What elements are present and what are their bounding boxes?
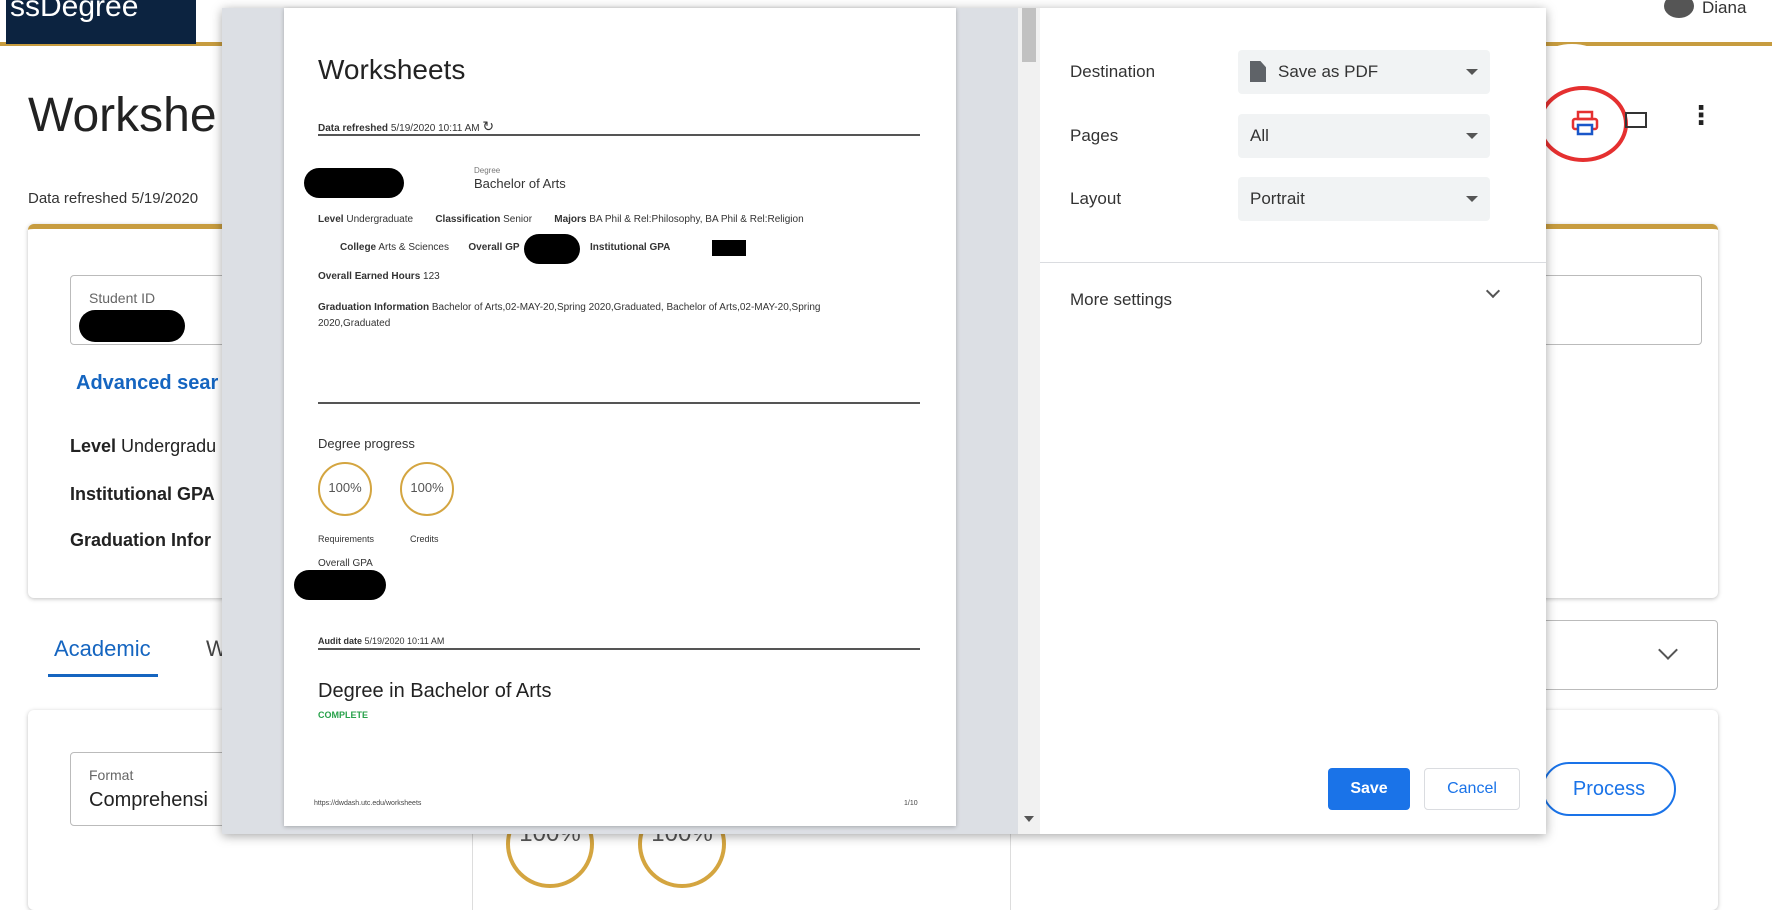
earned-hours-value: 123: [423, 271, 440, 282]
level-label: Level: [318, 214, 344, 225]
institutional-gpa-label: Institutional GPA: [70, 484, 215, 504]
preview-degree-label: Degree: [474, 166, 501, 175]
graduation-info-label: Graduation Information: [318, 302, 430, 313]
data-refreshed-label: Data refreshed: [318, 123, 389, 134]
data-refreshed-value: 5/19/2020 10:11 AM: [390, 123, 480, 134]
refresh-icon: ↻: [482, 118, 495, 134]
credits-gauge: 100%: [400, 462, 454, 516]
preview-rule: [318, 134, 920, 136]
college-label: College: [340, 242, 377, 253]
preview-data-refreshed: Data refreshed 5/19/2020 10:11 AM ↻: [318, 118, 494, 135]
pages-select[interactable]: All: [1238, 114, 1490, 158]
classification-label: Classification: [435, 214, 501, 225]
preview-degree-value: Bachelor of Arts: [474, 176, 566, 191]
destination-value: Save as PDF: [1278, 62, 1379, 81]
college-value: Arts & Sciences: [378, 242, 449, 253]
pages-value: All: [1250, 126, 1269, 145]
page-title: Workshe: [28, 89, 217, 142]
preview-earned-hours: Overall Earned Hours 123: [318, 271, 440, 282]
preview-audit-date: Audit date 5/19/2020 10:11 AM: [318, 636, 444, 646]
save-button[interactable]: Save: [1328, 768, 1410, 810]
earned-hours-label: Overall Earned Hours: [318, 271, 421, 282]
view-dropdown[interactable]: [1532, 620, 1718, 690]
user-avatar[interactable]: [1664, 0, 1694, 18]
preview-rule: [318, 402, 920, 404]
kebab-menu-icon[interactable]: ⋮: [1688, 102, 1714, 128]
advanced-search-link[interactable]: Advanced sear: [76, 372, 218, 395]
credits-label: Credits: [410, 534, 439, 544]
chevron-down-icon[interactable]: [1485, 283, 1501, 299]
redacted-name: [304, 168, 404, 198]
dropdown-arrow-icon: [1466, 133, 1478, 139]
layout-label: Layout: [1070, 189, 1122, 208]
chevron-down-icon: [1658, 640, 1678, 660]
dropdown-arrow-icon: [1466, 196, 1478, 202]
user-name[interactable]: Diana: [1702, 0, 1746, 18]
process-button[interactable]: Process: [1542, 762, 1676, 816]
degree-progress-label: Degree progress: [318, 436, 415, 451]
mail-icon[interactable]: [1625, 112, 1647, 128]
level-value: Undergraduate: [346, 214, 414, 225]
format-value: Comprehensi: [89, 789, 208, 811]
preview-institutional-gpa: Institutional GPA: [590, 242, 670, 253]
preview-section-title: Degree in Bachelor of Arts: [318, 680, 552, 702]
preview-title: Worksheets: [318, 54, 466, 85]
cancel-button[interactable]: Cancel: [1424, 768, 1520, 810]
format-label: Format: [89, 767, 134, 783]
level-line: Level Undergradu: [70, 436, 216, 457]
scroll-down-arrow-icon[interactable]: [1024, 816, 1034, 822]
preview-rule: [318, 648, 920, 650]
preview-scrollbar[interactable]: [1018, 8, 1040, 834]
graduation-info-label: Graduation Infor: [70, 530, 211, 550]
scrollbar-thumb[interactable]: [1022, 8, 1036, 62]
pages-label: Pages: [1070, 126, 1119, 145]
document-icon: [1250, 61, 1266, 82]
tab-active-underline: [48, 674, 158, 677]
requirements-label: Requirements: [318, 534, 375, 544]
overall-gpa-title: Overall GPA: [318, 558, 373, 569]
audit-date-value: 5/19/2020 10:11 AM: [364, 636, 445, 646]
print-icon[interactable]: [1570, 110, 1600, 136]
preview-footer-page: 1/10: [904, 800, 918, 807]
print-settings-pane: Destination Save as PDF Pages All Layout…: [1040, 8, 1546, 834]
preview-graduation-info: Graduation Information Bachelor of Arts,…: [318, 300, 858, 332]
audit-date-label: Audit date: [318, 636, 362, 646]
destination-select[interactable]: Save as PDF: [1238, 50, 1490, 94]
level-label: Level: [70, 436, 117, 456]
preview-college-line: College Arts & Sciences Overall GP: [340, 242, 520, 253]
redacted-overall-gpa: [524, 234, 580, 264]
overall-gpa-label: Overall GP: [468, 242, 520, 253]
graduation-info-line: Graduation Infor: [70, 530, 211, 551]
settings-divider: [1040, 262, 1546, 263]
preview-page: Worksheets Data refreshed 5/19/2020 10:1…: [284, 8, 956, 826]
majors-label: Majors: [554, 214, 587, 225]
preview-footer-url: https://dwdash.utc.edu/worksheets: [314, 800, 422, 807]
redacted-institutional-gpa: [712, 240, 746, 256]
print-preview-pane: Worksheets Data refreshed 5/19/2020 10:1…: [222, 8, 1040, 834]
institutional-gpa-line: Institutional GPA: [70, 484, 215, 505]
majors-value: BA Phil & Rel:Philosophy, BA Phil & Rel:…: [589, 214, 804, 225]
layout-select[interactable]: Portrait: [1238, 177, 1490, 221]
level-value: Undergradu: [121, 436, 217, 456]
classification-value: Senior: [503, 214, 533, 225]
preview-level-line: Level Undergraduate Classification Senio…: [318, 214, 804, 225]
layout-value: Portrait: [1250, 189, 1305, 208]
student-id-label: Student ID: [89, 290, 156, 306]
redacted-student-id: [79, 310, 185, 342]
tab-academic[interactable]: Academic: [54, 636, 151, 662]
dropdown-arrow-icon: [1466, 69, 1478, 75]
print-dialog: Worksheets Data refreshed 5/19/2020 10:1…: [222, 8, 1546, 834]
more-settings-toggle[interactable]: More settings: [1070, 290, 1172, 310]
institutional-gpa-label: Institutional GPA: [590, 242, 671, 253]
data-refreshed-text: Data refreshed 5/19/2020: [28, 190, 199, 207]
destination-label: Destination: [1070, 62, 1156, 81]
requirements-gauge: 100%: [318, 462, 372, 516]
redacted-gpa-value: [294, 570, 386, 600]
brand-logo[interactable]: ssDegree: [6, 0, 196, 44]
status-badge: COMPLETE: [318, 710, 369, 720]
